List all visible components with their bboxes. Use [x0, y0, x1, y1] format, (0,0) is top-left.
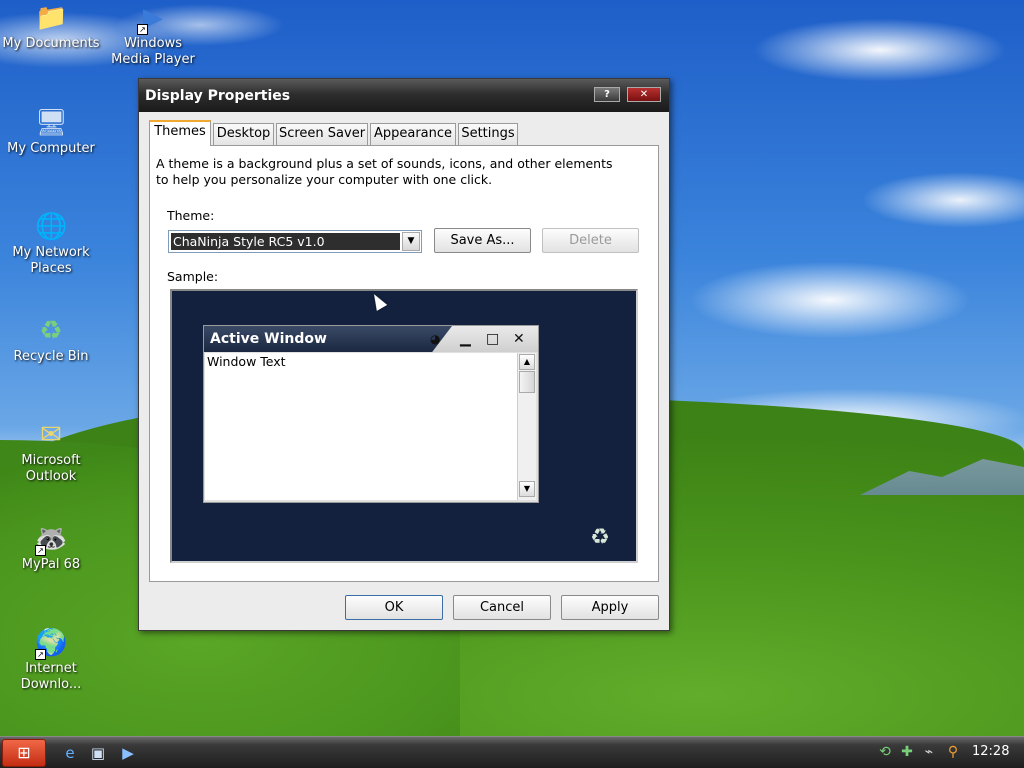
theme-description: A theme is a background plus a set of so… — [156, 156, 613, 187]
internet-explorer-icon[interactable]: e — [60, 743, 80, 763]
sample-window-text: Window Text — [205, 353, 517, 500]
sample-active-window: Active Window ◕ ▁ □ ✕ Window Text ▲ ▼ — [203, 325, 539, 503]
desktop-icon-label: MyPal 68 — [21, 557, 81, 572]
dialog-title: Display Properties — [145, 88, 291, 104]
sample-maximize-icon: □ — [486, 331, 500, 347]
sample-close-icon: ✕ — [513, 331, 525, 347]
display-properties-dialog: Display Properties ? ✕ Themes Desktop Sc… — [138, 78, 670, 631]
chevron-down-icon[interactable]: ▼ — [402, 232, 420, 251]
recycle-bin-icon: ♻ — [590, 525, 610, 550]
connection-tray-icon[interactable]: ⌁ — [920, 743, 938, 761]
search-icon[interactable]: ⚲ — [944, 743, 962, 761]
save-as-button[interactable]: Save As... — [434, 228, 531, 253]
dialog-titlebar[interactable]: Display Properties ? ✕ — [139, 79, 669, 112]
folder-icon: 📁 — [35, 3, 68, 33]
sample-scroll-thumb — [519, 371, 535, 393]
show-desktop-icon[interactable]: ▣ — [88, 743, 108, 763]
start-button[interactable]: ⊞ — [2, 739, 46, 767]
scroll-down-icon: ▼ — [519, 481, 535, 497]
computer-icon: 🖥 — [35, 108, 69, 138]
network-icon: 🌐 — [35, 212, 68, 242]
tab-themes[interactable]: Themes — [149, 120, 211, 146]
outlook-icon: ✉ — [40, 420, 62, 450]
recycle-bin-icon: ♻ — [39, 316, 63, 346]
desktop-icon-label: My Network Places — [12, 245, 90, 276]
close-button[interactable]: ✕ — [627, 87, 661, 102]
desktop-icon-my-documents[interactable]: 📁 My Documents — [1, 2, 101, 52]
tab-appearance[interactable]: Appearance — [370, 123, 456, 145]
sample-minimize-icon: ▁ — [460, 331, 471, 347]
desktop-icon-microsoft-outlook[interactable]: ✉ Microsoft Outlook — [1, 419, 101, 485]
theme-label: Theme: — [167, 208, 215, 223]
network-tray-icon[interactable]: ⟲ — [876, 743, 894, 761]
desktop-icon-my-computer[interactable]: 🖥 My Computer — [1, 107, 101, 157]
theme-dropdown[interactable]: ChaNinja Style RC5 v1.0 ▼ — [168, 230, 422, 253]
cancel-button[interactable]: Cancel — [453, 595, 551, 620]
tab-desktop[interactable]: Desktop — [213, 123, 274, 145]
desktop-icon-label: My Documents — [2, 36, 100, 51]
shortcut-arrow-icon: ↗ — [35, 545, 46, 556]
sample-window-titlebar: Active Window ◕ ▁ □ ✕ — [204, 326, 538, 352]
desktop-icon-mypal[interactable]: 🦝 ↗ MyPal 68 — [1, 523, 101, 573]
security-tray-icon[interactable]: ✚ — [898, 743, 916, 761]
theme-dropdown-value: ChaNinja Style RC5 v1.0 — [171, 233, 400, 250]
windows-logo-icon: ⊞ — [17, 743, 31, 762]
apply-button[interactable]: Apply — [561, 595, 659, 620]
desktop-icon-label: Windows Media Player — [111, 36, 195, 67]
shortcut-arrow-icon: ↗ — [137, 24, 148, 35]
desktop-icon-label: Recycle Bin — [13, 349, 89, 364]
desktop-icon-recycle-bin[interactable]: ♻ Recycle Bin — [1, 315, 101, 365]
shortcut-arrow-icon: ↗ — [35, 649, 46, 660]
clock[interactable]: 12:28 — [972, 744, 1009, 759]
tab-screen-saver[interactable]: Screen Saver — [276, 123, 368, 145]
desktop-icon-label: My Computer — [7, 141, 95, 156]
system-tray: ⟲ ✚ ⌁ ⚲ 12:28 — [872, 737, 1024, 768]
desktop-icon-windows-media-player[interactable]: ▶ ↗ Windows Media Player — [103, 2, 203, 68]
sample-pin-icon: ◕ — [430, 332, 441, 346]
taskbar: ⊞ e ▣ ▶ ⟲ ✚ ⌁ ⚲ 12:28 — [0, 736, 1024, 768]
scroll-up-icon: ▲ — [519, 354, 535, 370]
delete-button[interactable]: Delete — [542, 228, 639, 253]
tab-settings[interactable]: Settings — [458, 123, 518, 145]
desktop-icon-label: Microsoft Outlook — [21, 453, 81, 484]
media-player-quicklaunch-icon[interactable]: ▶ — [118, 743, 138, 763]
theme-sample-preview: Active Window ◕ ▁ □ ✕ Window Text ▲ ▼ ♻ — [170, 289, 638, 563]
desktop-icon-my-network-places[interactable]: 🌐 My Network Places — [1, 211, 101, 277]
sample-scrollbar: ▲ ▼ — [517, 353, 536, 500]
desktop-icon-label: Internet Downlo... — [20, 661, 82, 692]
sample-window-title: Active Window — [204, 326, 452, 352]
sample-label: Sample: — [167, 269, 219, 284]
ok-button[interactable]: OK — [345, 595, 443, 620]
help-button[interactable]: ? — [594, 87, 620, 102]
desktop-icon-internet-download-manager[interactable]: 🌍 ↗ Internet Downlo... — [1, 627, 101, 693]
